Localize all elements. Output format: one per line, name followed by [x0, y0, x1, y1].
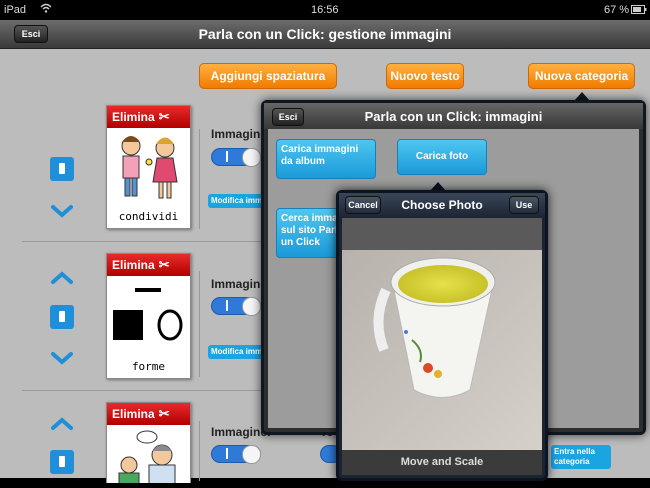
chevron-up-icon[interactable] — [50, 417, 74, 431]
choose-photo-bar: Cancel Choose Photo Use — [339, 193, 545, 217]
delete-label: Elimina — [112, 407, 155, 421]
delete-label: Elimina — [112, 110, 155, 124]
image-card[interactable]: Elimina ✂ — [106, 402, 191, 486]
nav-bar: Esci Parla con un Click: gestione immagi… — [0, 20, 650, 49]
clock: 16:56 — [311, 4, 339, 16]
image-toggle[interactable] — [211, 148, 261, 167]
image-card[interactable]: Elimina ✂ condividi — [106, 105, 191, 229]
document-icon[interactable] — [50, 157, 74, 181]
chevron-down-icon[interactable] — [50, 351, 74, 365]
choose-photo-popover: Cancel Choose Photo Use Move and Scale — [336, 190, 548, 481]
status-bar: iPad 16:56 67 % — [0, 0, 650, 20]
delete-button[interactable]: Elimina ✂ — [107, 106, 190, 128]
modify-image-button[interactable]: Modifica imm — [208, 194, 266, 208]
modify-image-button[interactable]: Modifica imm — [208, 345, 266, 359]
cup-photo — [342, 250, 542, 450]
add-spacing-button[interactable]: Aggiungi spaziatura — [199, 63, 337, 89]
image-label: Immagine — [211, 127, 268, 141]
image-toggle[interactable] — [211, 445, 261, 464]
image-card[interactable]: Elimina ✂ forme — [106, 253, 191, 379]
card-caption: forme — [131, 360, 166, 373]
column-divider — [199, 271, 200, 377]
scissors-icon: ✂ — [158, 406, 170, 421]
column-divider — [199, 421, 200, 481]
photo-crop-top — [342, 218, 542, 250]
column-divider — [199, 129, 200, 229]
share-picture — [121, 136, 178, 199]
image-label: Immagine — [211, 277, 268, 291]
chevron-up-icon[interactable] — [50, 271, 74, 285]
scissors-icon: ✂ — [158, 257, 170, 272]
document-icon[interactable] — [50, 450, 74, 474]
use-button[interactable]: Use — [509, 196, 539, 214]
page-title: Parla con un Click: gestione immagini — [198, 26, 452, 42]
move-and-scale-bar: Move and Scale — [342, 450, 542, 475]
chevron-down-icon[interactable] — [50, 204, 74, 218]
delete-button[interactable]: Elimina ✂ — [107, 254, 190, 276]
load-album-button[interactable]: Carica immagini da album — [276, 139, 376, 179]
new-category-button[interactable]: Nuova categoria — [528, 63, 635, 89]
delete-label: Elimina — [112, 258, 155, 272]
scissors-icon: ✂ — [158, 109, 170, 124]
document-icon[interactable] — [50, 305, 74, 329]
image-toggle[interactable] — [211, 297, 261, 316]
card-caption: condividi — [118, 210, 179, 223]
battery-percent: 67 % — [604, 4, 630, 16]
popover-title: Parla con un Click: immagini — [364, 109, 543, 124]
images-popover-bar: Esci Parla con un Click: immagini — [264, 103, 643, 129]
load-photo-button[interactable]: Carica foto — [397, 139, 487, 175]
people-picture — [118, 430, 176, 486]
delete-button[interactable]: Elimina ✂ — [107, 403, 190, 425]
wifi-icon — [40, 3, 52, 16]
battery-icon — [631, 5, 647, 17]
new-text-button[interactable]: Nuovo testo — [386, 63, 464, 89]
photo-preview[interactable] — [342, 250, 542, 450]
device-name: iPad — [4, 4, 27, 16]
shapes-picture — [113, 288, 183, 341]
enter-category-button[interactable]: Entra nella categoria — [551, 445, 611, 469]
